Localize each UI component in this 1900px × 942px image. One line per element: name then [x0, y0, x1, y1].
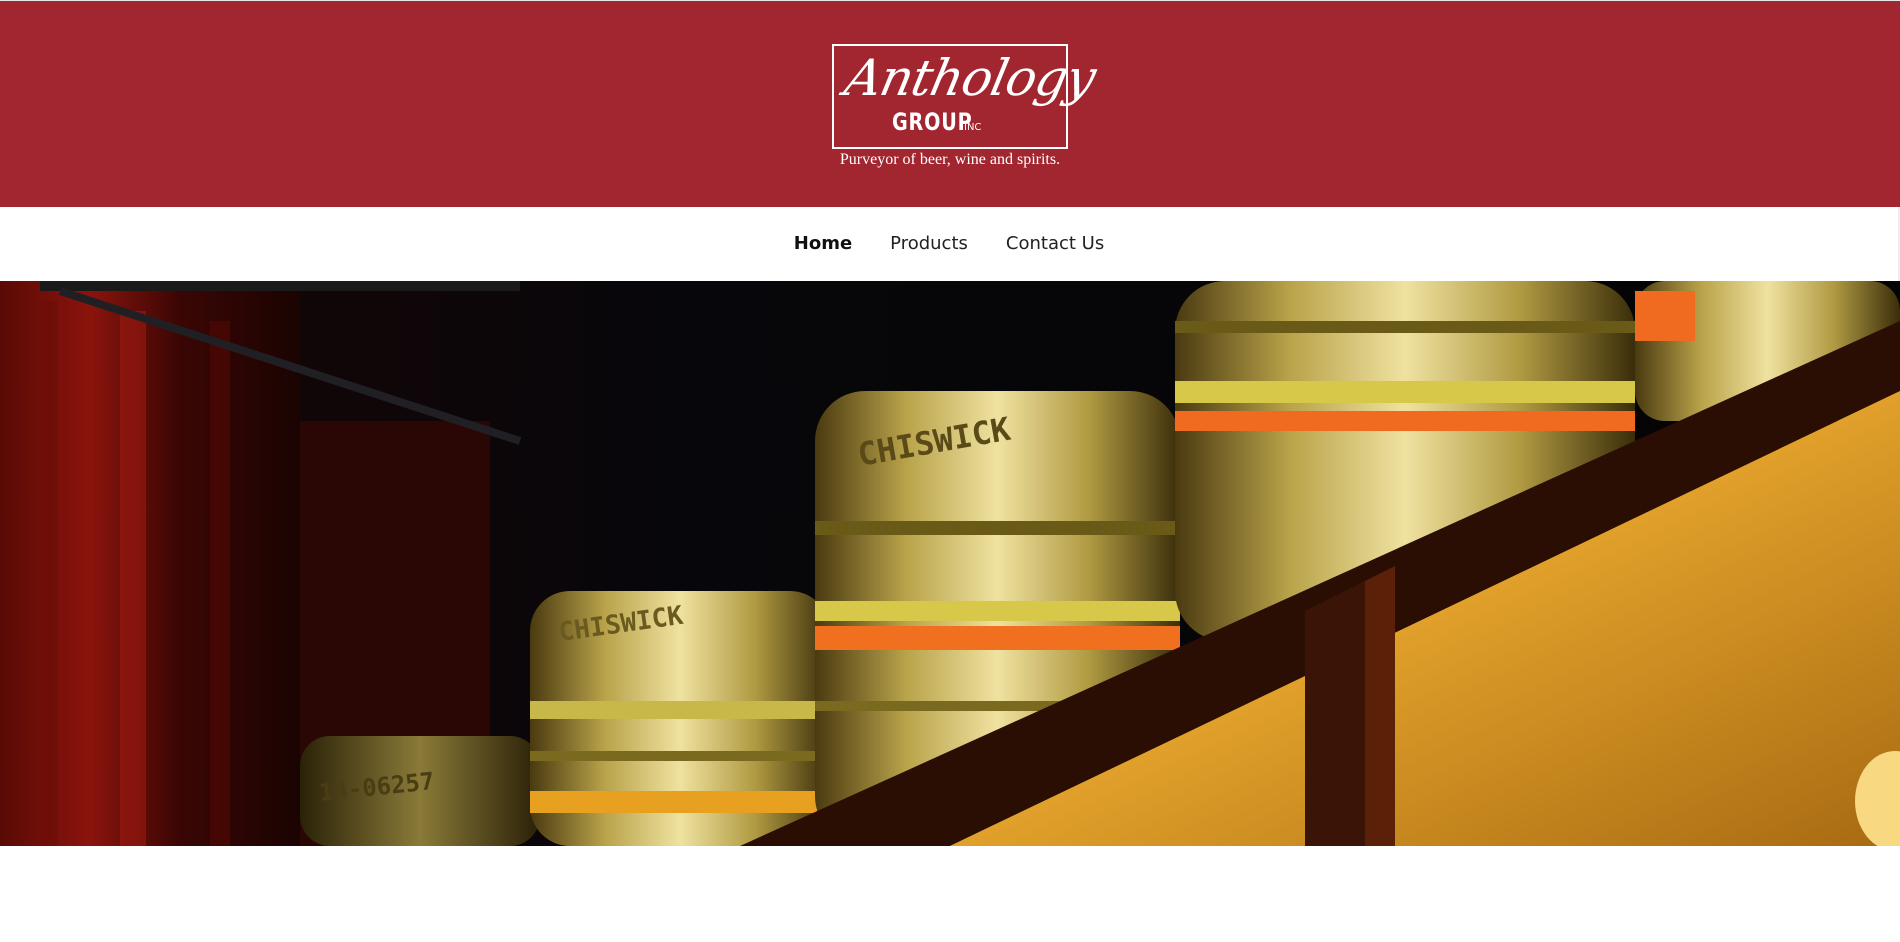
nav-item-products[interactable]: Products	[890, 232, 968, 256]
nav-item-contact-us[interactable]: Contact Us	[1006, 232, 1104, 256]
site-header: Anthology GROUP INC Purveyor of beer, wi…	[0, 0, 1900, 207]
site-logo[interactable]: Anthology GROUP INC Purveyor of beer, wi…	[832, 44, 1100, 174]
hero-image: 14-06257 CHISWICK CHISWICK	[0, 281, 1900, 846]
logo-group-text: GROUP	[892, 108, 973, 136]
main-navigation: Home Products Contact Us	[0, 207, 1900, 281]
logo-frame: Anthology GROUP INC	[832, 44, 1100, 149]
nav-menu: Home Products Contact Us	[0, 207, 1898, 281]
nav-item-home[interactable]: Home	[794, 232, 852, 256]
hero-kegs-illustration: 14-06257 CHISWICK CHISWICK	[0, 281, 1900, 846]
logo-wordmark: Anthology	[839, 49, 1101, 107]
logo-inc-text: INC	[964, 122, 982, 133]
logo-tagline: Purveyor of beer, wine and spirits.	[839, 151, 1061, 168]
